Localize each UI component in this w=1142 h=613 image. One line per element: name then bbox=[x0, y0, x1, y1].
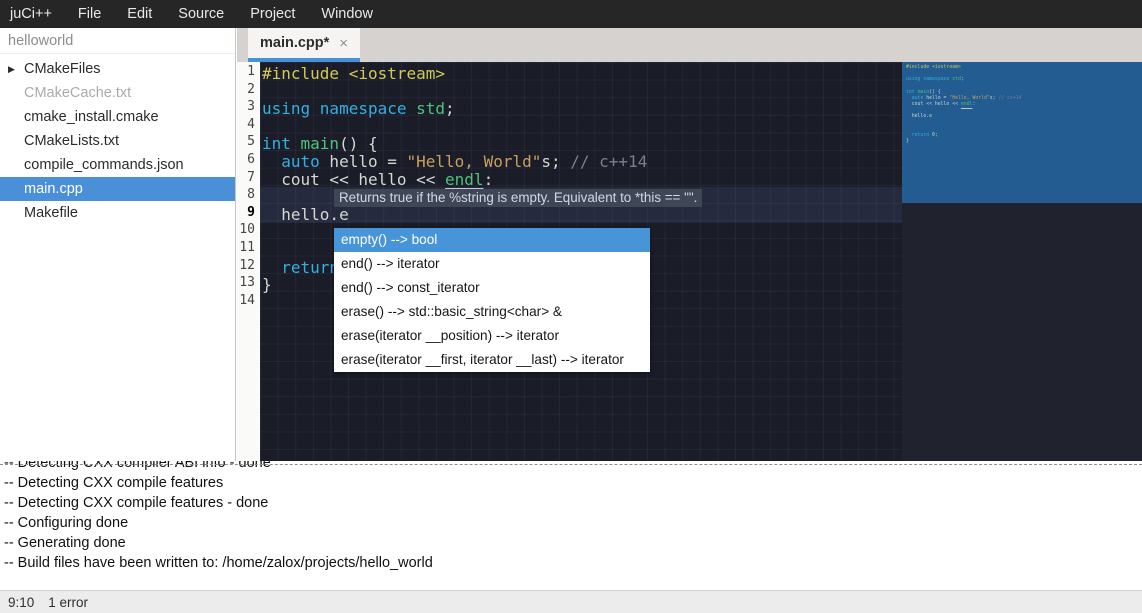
minimap-code: #include <iostream>using namespace std;i… bbox=[906, 65, 1022, 151]
file-name-label: Makefile bbox=[24, 205, 78, 221]
output-line: -- Detecting CXX compile features bbox=[4, 473, 1142, 493]
output-line: -- Build files have been written to: /ho… bbox=[4, 553, 1142, 573]
tab-label: main.cpp* bbox=[260, 35, 329, 51]
menu-item-project[interactable]: Project bbox=[250, 6, 295, 22]
error-count: 1 error bbox=[48, 595, 88, 610]
file-tree-item-cmakelists-txt[interactable]: CMakeLists.txt bbox=[0, 129, 235, 153]
autocomplete-item[interactable]: empty() --> bool bbox=[334, 228, 650, 252]
autocomplete-item[interactable]: erase(iterator __position) --> iterator bbox=[334, 324, 650, 348]
tab-main-cpp[interactable]: main.cpp* × bbox=[248, 28, 360, 62]
file-tree-item-cmake-install-cmake[interactable]: cmake_install.cmake bbox=[0, 105, 235, 129]
autocomplete-item[interactable]: end() --> iterator bbox=[334, 252, 650, 276]
menu-item-source[interactable]: Source bbox=[178, 6, 224, 22]
output-line: -- Generating done bbox=[4, 533, 1142, 553]
autocomplete-popup: empty() --> boolend() --> iteratorend() … bbox=[334, 228, 650, 372]
file-tree-item-compile-commands-json[interactable]: compile_commands.json bbox=[0, 153, 235, 177]
code-line[interactable]: using namespace std; bbox=[262, 99, 902, 117]
code-line[interactable]: cout << hello << endl: bbox=[262, 170, 902, 188]
line-number: 9 bbox=[236, 205, 260, 223]
juci-window: juCi++ File Edit Source Project Window hellow… bbox=[0, 0, 1142, 613]
autocomplete-item[interactable]: erase() --> std::basic_string<char> & bbox=[334, 300, 650, 324]
menu-bar: juCi++ File Edit Source Project Window bbox=[0, 0, 1142, 28]
file-name-label: main.cpp bbox=[24, 181, 83, 197]
project-name: helloworld bbox=[0, 28, 235, 54]
line-number-gutter: 1234567891011121314 bbox=[236, 62, 260, 461]
file-tree-panel: helloworld ▶ CMakeFiles CMakeCache.txt cmak… bbox=[0, 28, 236, 461]
output-line: -- Configuring done bbox=[4, 513, 1142, 533]
line-number: 11 bbox=[236, 240, 260, 258]
code-line[interactable]: auto hello = "Hello, World"s; // c++14 bbox=[262, 152, 902, 170]
code-line[interactable]: int main() { bbox=[262, 134, 902, 152]
line-number: 3 bbox=[236, 99, 260, 117]
file-name-label: cmake_install.cmake bbox=[24, 109, 159, 125]
file-name-label: CMakeLists.txt bbox=[24, 133, 119, 149]
file-name-label: CMakeCache.txt bbox=[24, 85, 131, 101]
file-tree-item-cmakecache-txt[interactable]: CMakeCache.txt bbox=[0, 81, 235, 105]
autocomplete-item[interactable]: erase(iterator __first, iterator __last)… bbox=[334, 348, 650, 372]
expander-triangle-icon[interactable]: ▶ bbox=[8, 57, 15, 81]
line-number: 7 bbox=[236, 170, 260, 188]
status-bar: 9:10 1 error bbox=[0, 590, 1142, 613]
doc-tooltip: Returns true if the %string is empty. Eq… bbox=[334, 189, 702, 207]
editor-pane: 1234567891011121314 #include <iostream>u… bbox=[236, 62, 1142, 461]
line-number: 6 bbox=[236, 152, 260, 170]
line-number: 4 bbox=[236, 117, 260, 135]
menu-item-edit[interactable]: Edit bbox=[127, 6, 152, 22]
file-tree-item-main-cpp[interactable]: main.cpp bbox=[0, 177, 235, 201]
output-line: -- Detecting CXX compile features - done bbox=[4, 493, 1142, 513]
line-number: 5 bbox=[236, 134, 260, 152]
line-number: 12 bbox=[236, 258, 260, 276]
tab-bar: main.cpp* × bbox=[237, 28, 1142, 62]
code-line[interactable] bbox=[262, 117, 902, 135]
output-line: -- Detecting CXX compiler ABI info - don… bbox=[4, 461, 1142, 473]
code-line[interactable]: hello.e bbox=[262, 205, 902, 223]
close-tab-icon[interactable]: × bbox=[339, 35, 348, 52]
file-tree-item-cmakefiles[interactable]: ▶ CMakeFiles bbox=[0, 57, 235, 81]
autocomplete-item[interactable]: end() --> const_iterator bbox=[334, 276, 650, 300]
build-output-panel: -- Detecting CXX compiler ABI info - don… bbox=[0, 461, 1142, 590]
file-name-label: CMakeFiles bbox=[24, 61, 101, 77]
line-number: 10 bbox=[236, 222, 260, 240]
file-tree-item-makefile[interactable]: Makefile bbox=[0, 201, 235, 225]
file-tree: ▶ CMakeFiles CMakeCache.txt cmake_install.c… bbox=[0, 54, 235, 225]
menu-item-juci[interactable]: juCi++ bbox=[10, 6, 52, 22]
line-number: 2 bbox=[236, 82, 260, 100]
menu-item-file[interactable]: File bbox=[78, 6, 101, 22]
menu-item-window[interactable]: Window bbox=[321, 6, 373, 22]
cursor-position: 9:10 bbox=[8, 595, 34, 610]
minimap[interactable]: #include <iostream>using namespace std;i… bbox=[902, 62, 1142, 461]
code-line[interactable] bbox=[262, 82, 902, 100]
line-number: 13 bbox=[236, 275, 260, 293]
line-number: 8 bbox=[236, 187, 260, 205]
file-name-label: compile_commands.json bbox=[24, 157, 184, 173]
line-number: 1 bbox=[236, 64, 260, 82]
minimap-line bbox=[906, 145, 1022, 151]
line-number: 14 bbox=[236, 293, 260, 311]
pane-splitter[interactable] bbox=[0, 464, 1142, 465]
code-line[interactable]: #include <iostream> bbox=[262, 64, 902, 82]
